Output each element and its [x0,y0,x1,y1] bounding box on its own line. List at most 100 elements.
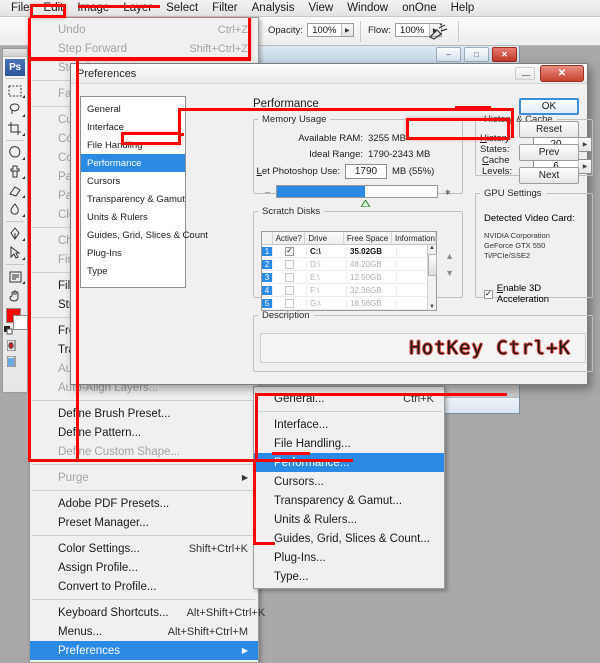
opacity-chevron-down-icon[interactable]: ▶ [340,24,353,36]
hand-tool-icon[interactable] [3,286,27,305]
scratch-disk-row[interactable]: 1 ✓ C:\ 35.02GB [262,245,436,258]
menu-analysis[interactable]: Analysis [245,0,302,16]
reset-button[interactable]: Reset [519,121,579,138]
default-colors-icon[interactable] [4,326,13,335]
memory-slider-decrease-icon[interactable]: – [265,187,270,197]
preferences-submenu-item-cursors[interactable]: Cursors... [254,472,444,491]
checkbox-unchecked-icon[interactable] [285,259,294,269]
preferences-category-cursors[interactable]: Cursors [81,172,185,190]
cache-levels-chevron-icon[interactable]: ▶ [578,159,591,173]
edit-menu-item-convert-to-profile[interactable]: Convert to Profile... [30,577,258,596]
edit-menu-item-preferences[interactable]: Preferences ▶ [30,641,258,660]
preferences-submenu-item-guides-grid-slices-count[interactable]: Guides, Grid, Slices & Count... [254,529,444,548]
menu-layer[interactable]: Layer [116,0,159,16]
marquee-tool-icon[interactable] [3,81,27,100]
checkbox-unchecked-icon[interactable] [285,272,294,282]
preferences-category-interface[interactable]: Interface [81,118,185,136]
checkbox-checked-icon[interactable]: ✓ [484,289,493,299]
preferences-category-list[interactable]: General Interface File Handling Performance… [80,96,208,288]
checkbox-checked-icon[interactable]: ✓ [285,246,294,256]
scratch-row-active-checkbox[interactable] [273,298,307,308]
scratch-row-active-checkbox[interactable] [273,285,307,295]
enable-3d-acceleration-checkbox[interactable]: ✓ Enable 3D Acceleration [484,283,592,305]
menu-help[interactable]: Help [444,0,482,16]
edit-menu-item-menus[interactable]: Menus... Alt+Shift+Ctrl+M [30,622,258,641]
preferences-submenu-item-performance[interactable]: Performance... [254,453,444,472]
checkbox-unchecked-icon[interactable] [285,298,294,308]
preferences-submenu-item-units-rulers[interactable]: Units & Rulers... [254,510,444,529]
scratch-col-free-space[interactable]: Free Space [344,232,392,244]
document-maximize-button[interactable]: □ [464,47,489,62]
color-swatches[interactable] [3,307,28,337]
edit-menu-item-color-settings[interactable]: Color Settings... Shift+Ctrl+K [30,539,258,558]
preferences-close-button[interactable]: ✕ [540,65,584,82]
preferences-category-general[interactable]: General [81,100,185,118]
scratch-row-active-checkbox[interactable]: ✓ [273,246,307,256]
edit-menu-item-assign-profile[interactable]: Assign Profile... [30,558,258,577]
preferences-submenu-item-plug-ins[interactable]: Plug-Ins... [254,548,444,567]
menu-image[interactable]: Image [70,0,116,16]
history-states-chevron-icon[interactable]: ▶ [578,137,591,151]
path-selection-tool-icon[interactable] [3,243,27,262]
edit-menu-item-preset-manager[interactable]: Preset Manager... [30,513,258,532]
edit-menu-item-keyboard-shortcuts[interactable]: Keyboard Shortcuts... Alt+Shift+Ctrl+K [30,603,265,622]
preferences-category-guides-grid-slices-count[interactable]: Guides, Grid, Slices & Count [81,226,208,244]
document-minimize-button[interactable]: – [436,47,461,62]
menu-select[interactable]: Select [159,0,205,16]
lasso-tool-icon[interactable] [3,100,27,119]
screen-mode-icon[interactable] [3,353,27,369]
scratch-disk-row[interactable]: 2 D:\ 48.20GB [262,258,436,271]
menu-onone[interactable]: onOne [395,0,444,16]
scratch-col-information[interactable]: Information [392,232,437,244]
eraser-tool-icon[interactable] [3,181,27,200]
scratch-col-drive[interactable]: Drive [305,232,344,244]
tools-panel-grip[interactable] [3,49,27,57]
scratch-scroll-thumb[interactable] [428,254,437,276]
scratch-disk-row[interactable]: 3 E:\ 12.50GB [262,271,436,284]
preferences-category-performance[interactable]: Performance [81,154,185,172]
preferences-category-plug-ins[interactable]: Plug-Ins [81,244,185,262]
prev-button[interactable]: Prev [519,144,579,161]
opacity-input[interactable]: 100% ▶ [306,23,354,37]
scroll-up-icon[interactable]: ▲ [429,245,435,251]
patch-tool-icon[interactable] [3,143,27,162]
preferences-submenu-item-interface[interactable]: Interface... [254,415,444,434]
menu-file[interactable]: File [4,0,37,16]
checkbox-unchecked-icon[interactable] [285,285,294,295]
preferences-minimize-button[interactable] [515,67,535,80]
menu-edit[interactable]: Edit [37,0,71,16]
scratch-disks-table[interactable]: Active? Drive Free Space Information 1 ✓ C… [261,231,437,311]
preferences-category-units-rulers[interactable]: Units & Rulers [81,208,185,226]
next-button[interactable]: Next [519,167,579,184]
menu-filter[interactable]: Filter [205,0,245,16]
airbrush-icon[interactable] [428,23,448,43]
blur-tool-icon[interactable] [3,200,27,219]
memory-usage-slider[interactable] [276,185,438,208]
scratch-col-active[interactable]: Active? [273,232,306,244]
preferences-category-transparency-gamut[interactable]: Transparency & Gamut [81,190,185,208]
ok-button[interactable]: OK [519,98,579,115]
scratch-disk-row[interactable]: 4 F:\ 32.36GB [262,284,436,297]
clone-stamp-tool-icon[interactable] [3,162,27,181]
preferences-submenu-item-general[interactable]: General... Ctrl+K [254,389,444,408]
arrow-up-icon[interactable]: ▲ [445,251,454,261]
edit-menu-item-define-pattern[interactable]: Define Pattern... [30,423,258,442]
edit-menu-item-adobe-pdf-presets[interactable]: Adobe PDF Presets... [30,494,258,513]
edit-menu-item-define-brush-preset[interactable]: Define Brush Preset... [30,404,258,423]
preferences-category-type[interactable]: Type [81,262,185,280]
preferences-submenu-item-file-handling[interactable]: File Handling... [254,434,444,453]
scratch-row-active-checkbox[interactable] [273,259,307,269]
pen-tool-icon[interactable] [3,224,27,243]
scratch-disks-scrollbar[interactable]: ▲ ▼ [427,245,437,310]
document-close-button[interactable]: ✕ [492,47,517,62]
scratch-row-active-checkbox[interactable] [273,272,307,282]
background-color-swatch[interactable] [13,315,28,330]
crop-tool-icon[interactable] [3,119,27,138]
notes-tool-icon[interactable] [3,267,27,286]
arrow-down-icon[interactable]: ▼ [445,268,454,278]
scratch-disk-row[interactable]: 5 G:\ 18.56GB [262,297,436,310]
preferences-submenu-item-transparency-gamut[interactable]: Transparency & Gamut... [254,491,444,510]
opacity-control[interactable]: Opacity: 100% ▶ [268,23,354,37]
let-photoshop-use-input[interactable]: 1790 [345,164,387,179]
scratch-reorder-buttons[interactable]: ▲ ▼ [445,251,454,278]
